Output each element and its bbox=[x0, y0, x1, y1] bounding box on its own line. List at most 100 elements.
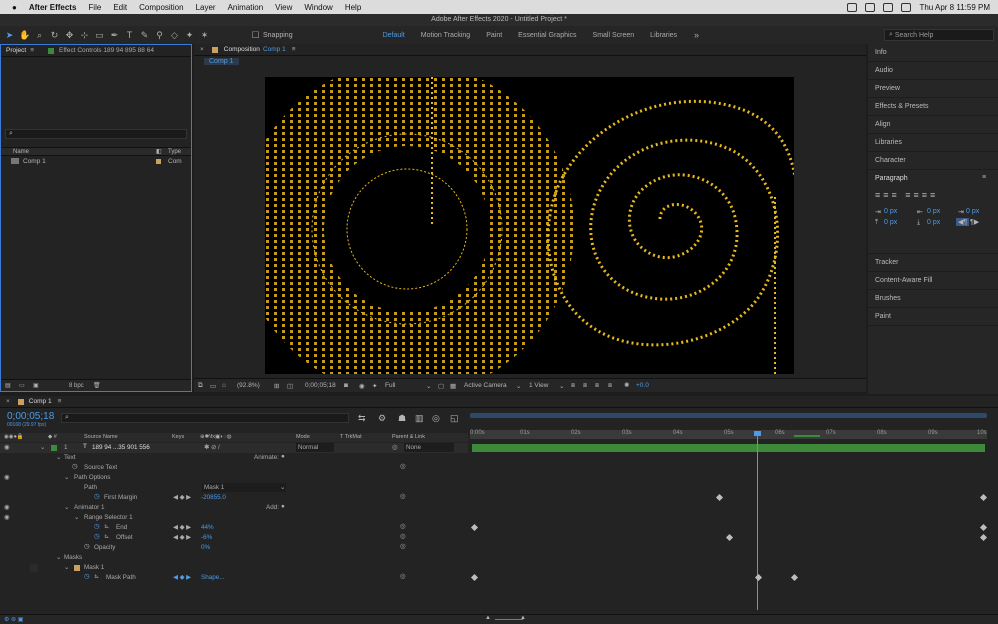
new-folder-icon[interactable]: ▭ bbox=[19, 382, 25, 389]
panel-content-aware-fill[interactable]: Content-Aware Fill bbox=[868, 272, 998, 290]
panel-align[interactable]: Align bbox=[868, 116, 998, 134]
prop-mask1[interactable]: ⌄ Mask 1 bbox=[0, 563, 468, 573]
keyframe[interactable] bbox=[790, 573, 799, 582]
color-management-icon[interactable]: ✦ bbox=[372, 382, 377, 390]
layer-switches[interactable]: ✱ ⊘ / bbox=[204, 444, 220, 451]
panel-info[interactable]: Info bbox=[868, 44, 998, 62]
expression-icon[interactable]: ◎ bbox=[400, 533, 406, 540]
comp-subtab[interactable]: Comp 1 bbox=[204, 58, 239, 65]
opacity-value[interactable]: 0% bbox=[201, 544, 210, 551]
col-name-header[interactable]: Name bbox=[13, 149, 29, 155]
prop-end[interactable]: ◷ ⊾ End ◀ ◆ ▶ 44% ◎ bbox=[0, 523, 468, 533]
path-dropdown[interactable]: Mask 1 bbox=[202, 483, 286, 492]
brush-tool-icon[interactable]: ✎ bbox=[139, 30, 150, 41]
playhead[interactable] bbox=[757, 432, 758, 610]
end-value[interactable]: 44% bbox=[201, 524, 214, 531]
tab-composition[interactable]: Composition bbox=[224, 46, 260, 53]
first-margin-value[interactable]: -20855.0 bbox=[201, 494, 226, 501]
col-type-header[interactable]: Type bbox=[168, 149, 181, 155]
first-line-indent-value[interactable]: 0 px bbox=[966, 208, 979, 215]
app-menu[interactable]: After Effects bbox=[29, 3, 77, 12]
tab-timeline-comp[interactable]: Comp 1 bbox=[29, 398, 52, 405]
mask-path-value[interactable]: Shape... bbox=[201, 574, 224, 581]
timeline-toggle-icon[interactable]: ⧈ bbox=[595, 382, 599, 390]
menu-composition[interactable]: Composition bbox=[139, 3, 183, 12]
current-time[interactable]: 0;00;05;18 bbox=[305, 382, 336, 389]
prop-text[interactable]: ⌄ Text Animate: ● bbox=[0, 453, 468, 463]
chevron-down-icon[interactable]: ⌄ bbox=[559, 382, 564, 390]
blend-mode-dropdown[interactable]: Normal bbox=[296, 443, 334, 452]
prop-path-options[interactable]: ◉ ⌄ Path Options bbox=[0, 473, 468, 483]
label-col-icon[interactable]: ◆ # bbox=[48, 434, 57, 440]
stopwatch-active-icon[interactable]: ◷ bbox=[84, 573, 90, 580]
transparency-grid-icon[interactable]: ▦ bbox=[450, 382, 456, 390]
tab-project[interactable]: Project bbox=[6, 47, 26, 54]
menu-help[interactable]: Help bbox=[345, 3, 361, 12]
stopwatch-active-icon[interactable]: ◷ bbox=[94, 533, 100, 540]
expand-chevron-icon[interactable]: ⌄ bbox=[64, 564, 69, 571]
pixel-aspect-icon[interactable]: ⧈ bbox=[571, 382, 575, 390]
prop-opacity[interactable]: ◷ Opacity 0% ◎ bbox=[0, 543, 468, 553]
prop-offset[interactable]: ◷ ⊾ Offset ◀ ◆ ▶ -6% ◎ bbox=[0, 533, 468, 543]
exposure-value[interactable]: +0.0 bbox=[636, 382, 649, 389]
chevron-down-icon[interactable]: ⌄ bbox=[426, 382, 431, 390]
prop-mask-path[interactable]: ◷ ⊾ Mask Path ◀ ◆ ▶ Shape... ◎ bbox=[0, 573, 468, 583]
fast-previews-icon[interactable]: ⧈ bbox=[583, 382, 587, 390]
workspace-motion-tracking[interactable]: Motion Tracking bbox=[421, 32, 470, 39]
offset-value[interactable]: -6% bbox=[201, 534, 212, 541]
timeline-graph[interactable]: 0:00s 01s 02s 03s 04s 05s 06s 07s 08s 09… bbox=[470, 410, 990, 610]
expand-chevron-icon[interactable]: ⌄ bbox=[64, 504, 69, 511]
chevron-down-icon[interactable]: ⌄ bbox=[516, 382, 521, 390]
roto-brush-tool-icon[interactable]: ✦ bbox=[184, 30, 195, 41]
layer-name[interactable]: 189 94 ...35 901 556 bbox=[92, 444, 150, 451]
visibility-eye-icon[interactable]: ◉ bbox=[4, 504, 10, 511]
toggle-switches-icon[interactable]: ⚙ ⊚ ▣ bbox=[4, 616, 23, 623]
toggle-mask-icon[interactable]: ▭ bbox=[210, 382, 216, 390]
keyframe[interactable] bbox=[470, 523, 479, 532]
shy-icon[interactable]: ☗ bbox=[398, 413, 406, 424]
panel-audio[interactable]: Audio bbox=[868, 62, 998, 80]
visibility-eye-icon[interactable]: ◉ bbox=[4, 514, 10, 521]
panel-effects-presets[interactable]: Effects & Presets bbox=[868, 98, 998, 116]
keyframe-nav-icons[interactable]: ◀ ◆ ▶ bbox=[173, 524, 191, 531]
trash-icon[interactable]: 🗑 bbox=[93, 382, 101, 389]
expression-icon[interactable]: ◎ bbox=[400, 463, 406, 470]
space-after-value[interactable]: 0 px bbox=[927, 219, 940, 226]
layer-duration-bar[interactable] bbox=[472, 444, 985, 452]
type-tool-icon[interactable]: T bbox=[124, 30, 135, 41]
av-features-icons[interactable]: ◉◉●🔒 bbox=[4, 434, 24, 440]
prop-animator[interactable]: ◉ ⌄ Animator 1 Add: ● bbox=[0, 503, 468, 513]
col-source-name[interactable]: Source Name bbox=[84, 434, 118, 440]
project-item-comp1[interactable]: Comp 1 Com bbox=[1, 156, 191, 167]
indent-left-icon[interactable]: ⇥ bbox=[875, 208, 881, 216]
prop-masks[interactable]: ⌄ Masks bbox=[0, 553, 468, 563]
col-parent[interactable]: Parent & Link bbox=[392, 434, 425, 440]
graph-editor-icon[interactable]: ◱ bbox=[450, 413, 459, 424]
snapshot-icon[interactable]: ◫ bbox=[287, 382, 293, 390]
new-comp-icon[interactable]: ▣ bbox=[33, 382, 39, 389]
menu-layer[interactable]: Layer bbox=[196, 3, 216, 12]
rectangle-tool-icon[interactable]: ▭ bbox=[94, 30, 105, 41]
keyframe-nav-icons[interactable]: ◀ ◆ ▶ bbox=[173, 494, 191, 501]
zoom-out-icon[interactable]: ▲ bbox=[485, 615, 491, 621]
animate-add-icon[interactable]: ● bbox=[281, 453, 285, 460]
expand-chevron-icon[interactable]: ⌄ bbox=[74, 514, 79, 521]
time-ruler[interactable]: 0:00s 01s 02s 03s 04s 05s 06s 07s 08s 09… bbox=[470, 430, 987, 439]
timeline-search-input[interactable]: ⌕ bbox=[61, 413, 349, 423]
tab-comp-name[interactable]: Comp 1 bbox=[263, 46, 286, 53]
expression-icon[interactable]: ◎ bbox=[400, 573, 406, 580]
stopwatch-icon[interactable]: ◷ bbox=[72, 463, 78, 470]
rotate-tool-icon[interactable]: ↻ bbox=[49, 30, 60, 41]
camera-snapshot-icon[interactable]: ◙ bbox=[344, 382, 348, 389]
motion-blur-icon[interactable]: ◎ bbox=[432, 413, 440, 424]
prop-range-selector[interactable]: ◉ ⌄ Range Selector 1 bbox=[0, 513, 468, 523]
keyframe[interactable] bbox=[979, 533, 988, 542]
close-icon[interactable]: × bbox=[200, 46, 204, 53]
workspace-libraries[interactable]: Libraries bbox=[650, 32, 677, 39]
mask-color-swatch[interactable] bbox=[74, 565, 80, 571]
mask-lock-box[interactable] bbox=[30, 564, 38, 572]
view-layout-dropdown[interactable]: 1 View bbox=[529, 382, 548, 389]
clone-stamp-tool-icon[interactable]: ⚲ bbox=[154, 30, 165, 41]
graph-icon[interactable]: ⊾ bbox=[104, 523, 109, 530]
project-search-input[interactable]: ⌕ bbox=[5, 129, 187, 139]
